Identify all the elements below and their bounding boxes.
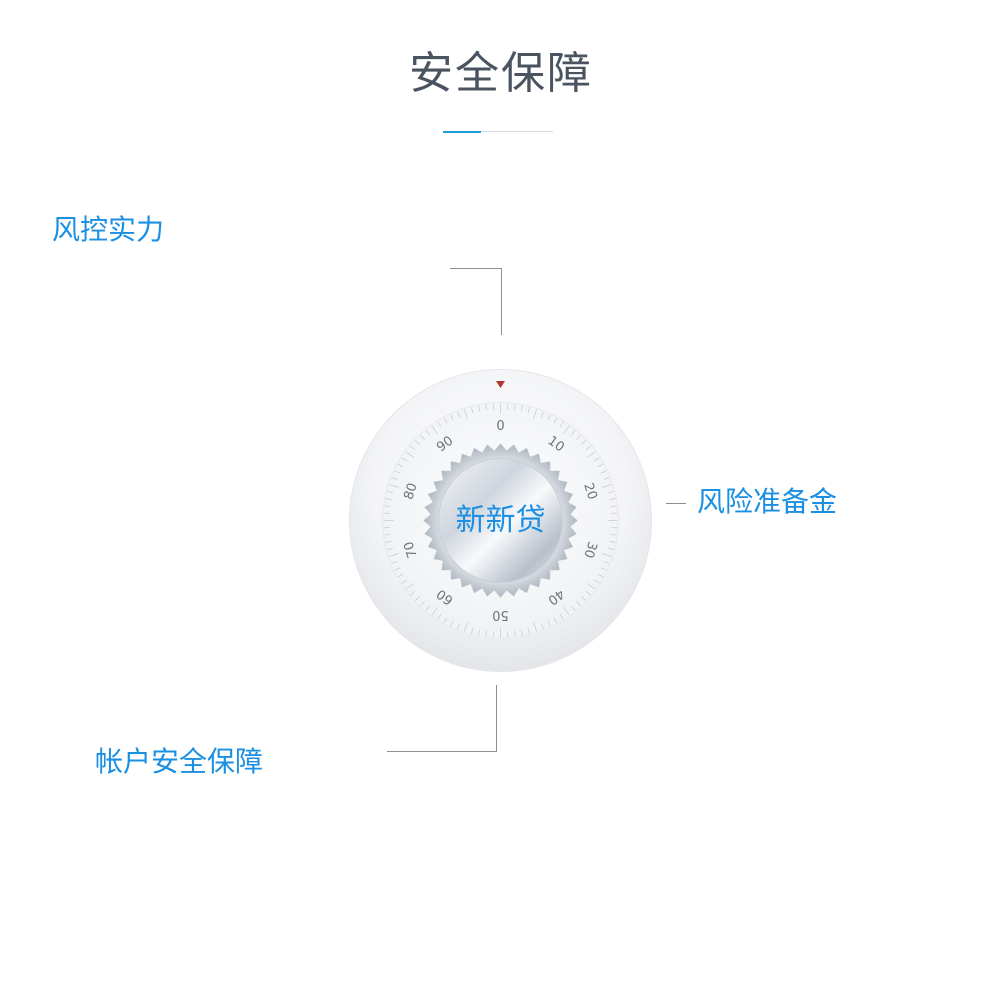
risk-reserve-connector bbox=[666, 503, 686, 504]
dial-number-label: 50 bbox=[492, 607, 509, 622]
risk-control-connector-v bbox=[501, 268, 502, 335]
page-title: 安全保障 bbox=[409, 48, 593, 99]
safe-dial-graphic: 0102030405060708090 新新贷 bbox=[349, 369, 652, 672]
feature-risk-control-label: 风控实力 bbox=[52, 213, 165, 246]
feature-account-security-label: 帐户安全保障 bbox=[95, 745, 264, 778]
risk-control-connector-h bbox=[450, 268, 502, 269]
title-underline-accent bbox=[443, 131, 481, 133]
dial-number-label: 0 bbox=[496, 419, 504, 434]
safe-dial: 0 10 20 30 40 50 60 70 80 90 新新贷 bbox=[348, 368, 653, 673]
account-security-connector-v bbox=[496, 685, 497, 752]
title-underline bbox=[443, 131, 553, 133]
dial-brand-text: 新新贷 bbox=[456, 503, 546, 538]
account-security-connector-h bbox=[387, 751, 497, 752]
feature-risk-reserve-label: 风险准备金 bbox=[697, 485, 838, 518]
